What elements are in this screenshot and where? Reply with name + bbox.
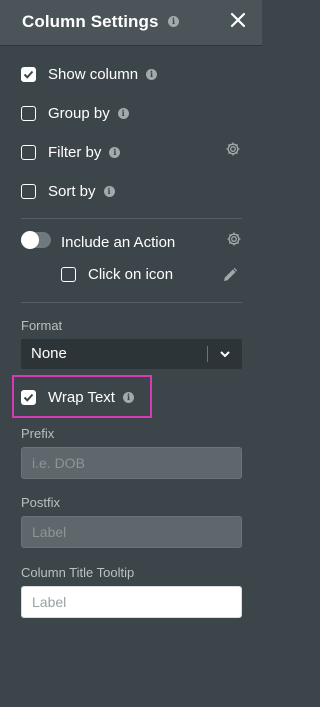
prefix-label: Prefix — [21, 426, 55, 441]
click-on-icon-option: Click on icon — [61, 264, 173, 284]
group-by-option: Group by i — [21, 103, 129, 123]
pencil-icon[interactable] — [222, 265, 240, 283]
info-icon[interactable]: i — [122, 391, 134, 403]
panel-header: Column Settings i — [0, 0, 262, 46]
sort-by-option: Sort by i — [21, 181, 115, 201]
sort-by-label: Sort by — [48, 182, 96, 200]
check-icon — [23, 393, 34, 402]
format-select[interactable]: None — [21, 339, 242, 369]
postfix-label: Postfix — [21, 495, 61, 510]
info-icon[interactable]: i — [168, 16, 179, 27]
include-action-toggle[interactable] — [21, 231, 51, 249]
panel-title: Column Settings — [22, 12, 159, 31]
filter-by-label: Filter by — [48, 143, 102, 161]
wrap-text-label: Wrap Text — [48, 388, 115, 406]
filter-settings-gear-icon[interactable] — [225, 141, 241, 157]
click-on-icon-label: Click on icon — [88, 265, 174, 283]
click-on-icon-checkbox[interactable] — [61, 266, 76, 282]
group-by-checkbox[interactable] — [21, 105, 36, 121]
divider — [21, 218, 242, 219]
tooltip-input[interactable] — [21, 586, 242, 618]
close-button[interactable] — [226, 8, 250, 32]
select-separator — [207, 346, 208, 362]
divider — [21, 302, 242, 303]
filter-by-option: Filter by i — [21, 142, 121, 162]
filter-by-checkbox[interactable] — [21, 144, 36, 160]
tooltip-label: Column Title Tooltip — [21, 565, 135, 580]
wrap-text-option: Wrap Text i — [21, 387, 134, 407]
show-column-option: Show column i — [21, 64, 158, 84]
toggle-knob — [21, 231, 39, 249]
wrap-text-checkbox[interactable] — [21, 389, 36, 405]
include-action-label: Include an Action — [61, 233, 176, 251]
info-icon[interactable]: i — [109, 146, 121, 158]
info-icon[interactable]: i — [103, 185, 115, 197]
check-icon — [23, 70, 34, 79]
show-column-label: Show column — [48, 65, 139, 83]
chevron-down-icon — [220, 351, 230, 358]
postfix-input[interactable] — [21, 516, 242, 548]
format-label: Format — [21, 318, 63, 333]
include-action-option: Include an Action — [61, 232, 175, 252]
sort-by-checkbox[interactable] — [21, 183, 36, 199]
show-column-checkbox[interactable] — [21, 66, 36, 82]
format-select-value: None — [31, 345, 67, 362]
info-icon[interactable]: i — [146, 68, 158, 80]
group-by-label: Group by — [48, 104, 110, 122]
close-icon — [230, 12, 246, 28]
info-icon[interactable]: i — [117, 107, 129, 119]
action-settings-gear-icon[interactable] — [226, 231, 242, 247]
prefix-input[interactable] — [21, 447, 242, 479]
